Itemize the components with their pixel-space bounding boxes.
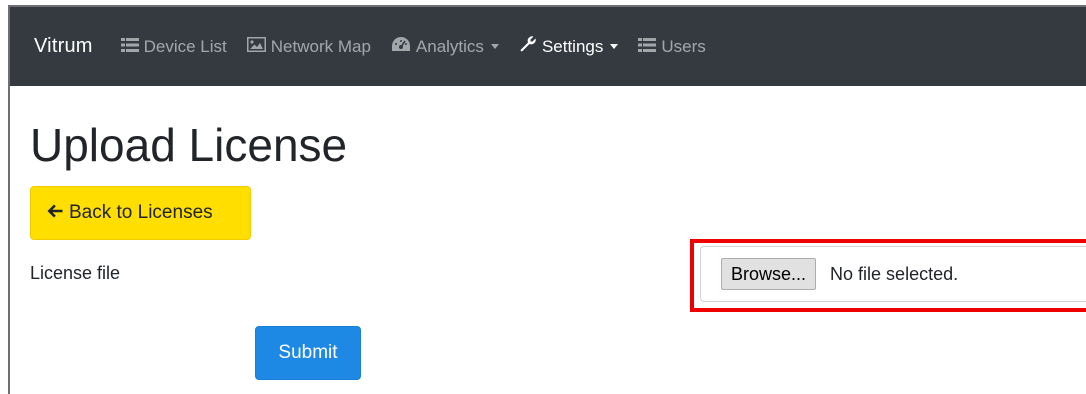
- dashboard-icon: [391, 36, 411, 57]
- nav-network-map[interactable]: Network Map: [246, 36, 371, 57]
- image-icon: [246, 36, 266, 57]
- page-title: Upload License: [30, 119, 348, 171]
- chevron-down-icon: [490, 44, 499, 49]
- nav-network-map-label: Network Map: [270, 36, 371, 56]
- nav-settings-label: Settings: [541, 36, 604, 56]
- license-file-label: License file: [30, 263, 121, 283]
- list-icon: [638, 37, 657, 57]
- nav-users[interactable]: Users: [638, 36, 706, 57]
- nav-analytics-label: Analytics: [415, 36, 484, 56]
- nav-settings[interactable]: Settings: [519, 35, 619, 58]
- chevron-down-icon: [610, 44, 619, 49]
- list-icon: [120, 37, 139, 57]
- brand-link[interactable]: Vitrum: [34, 35, 93, 58]
- back-to-licenses-button[interactable]: Back to Licenses: [30, 186, 251, 240]
- nav-users-label: Users: [661, 36, 706, 56]
- nav-device-list[interactable]: Device List: [120, 36, 227, 57]
- back-to-licenses-label: Back to Licenses: [69, 202, 213, 223]
- highlight-box: [690, 239, 1086, 312]
- nav-analytics[interactable]: Analytics: [391, 36, 499, 57]
- submit-button[interactable]: Submit: [255, 326, 361, 380]
- arrow-left-icon: [47, 203, 63, 223]
- top-navbar: Vitrum Device List Network Map Analytics: [10, 7, 1086, 86]
- wrench-icon: [519, 35, 537, 58]
- nav-device-list-label: Device List: [143, 36, 227, 56]
- app-window: Vitrum Device List Network Map Analytics: [8, 5, 1086, 394]
